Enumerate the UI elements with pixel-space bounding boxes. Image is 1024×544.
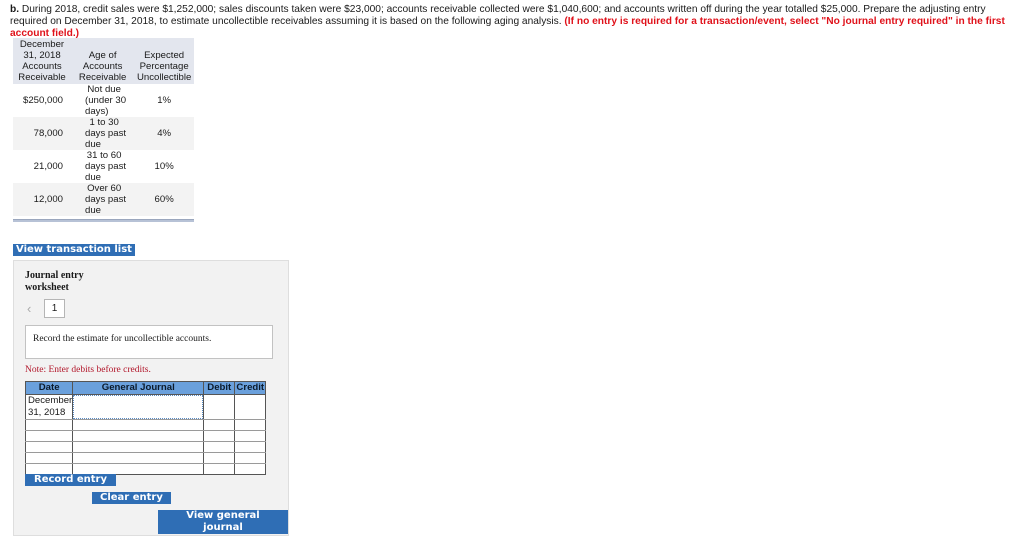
column-header-general-journal: General Journal xyxy=(72,381,205,395)
account-select[interactable] xyxy=(72,441,205,453)
aging-header-age: Age of Accounts Receivable xyxy=(71,38,135,84)
debit-input[interactable] xyxy=(203,441,236,453)
chevron-left-icon[interactable]: ‹ xyxy=(27,301,31,316)
aging-header-amount: December 31, 2018 Accounts Receivable xyxy=(13,38,71,84)
aging-age: Over 60 days past due xyxy=(71,183,135,216)
column-header-debit: Debit xyxy=(203,381,236,395)
worksheet-page-number[interactable]: 1 xyxy=(44,299,65,318)
transaction-description: Record the estimate for uncollectible ac… xyxy=(25,325,273,359)
journal-row xyxy=(24,441,267,453)
debit-input[interactable] xyxy=(203,463,236,475)
aging-pct: 4% xyxy=(134,117,194,150)
aging-amount: 78,000 xyxy=(13,117,71,150)
debit-input[interactable] xyxy=(203,394,236,420)
question-text: b. During 2018, credit sales were $1,252… xyxy=(10,4,1020,40)
date-cell xyxy=(24,463,74,475)
date-cell xyxy=(24,441,74,453)
aging-amount: 12,000 xyxy=(13,183,71,216)
aging-table: December 31, 2018 Accounts Receivable Ag… xyxy=(13,38,194,216)
aging-row: $250,000 Not due (under 30 days) 1% xyxy=(13,84,194,117)
journal-row xyxy=(24,419,267,431)
aging-age: 1 to 30 days past due xyxy=(71,117,135,150)
credit-input[interactable] xyxy=(234,419,267,431)
journal-row xyxy=(24,452,267,464)
aging-pct: 10% xyxy=(154,161,174,172)
debit-input[interactable] xyxy=(203,452,236,464)
worksheet-title: Journal entry worksheet xyxy=(25,270,84,293)
credit-input[interactable] xyxy=(234,441,267,453)
journal-row xyxy=(24,430,267,442)
account-select[interactable] xyxy=(72,452,205,464)
view-general-journal-button[interactable]: View general journal xyxy=(158,510,288,534)
debits-note: Note: Enter debits before credits. xyxy=(25,365,151,375)
aging-age: 31 to 60 days past due xyxy=(85,150,127,183)
aging-header-row: December 31, 2018 Accounts Receivable Ag… xyxy=(13,38,194,84)
date-cell xyxy=(24,452,74,464)
account-select[interactable] xyxy=(72,430,205,442)
credit-input[interactable] xyxy=(234,463,267,475)
column-header-date: Date xyxy=(24,381,74,395)
credit-input[interactable] xyxy=(234,394,267,420)
column-header-credit: Credit xyxy=(234,381,267,395)
question-label: b. xyxy=(10,4,20,15)
aging-row: 12,000 Over 60 days past due 60% xyxy=(13,183,194,216)
credit-input[interactable] xyxy=(234,452,267,464)
journal-row xyxy=(24,463,267,475)
account-select[interactable] xyxy=(72,419,205,431)
record-entry-button[interactable]: Record entry xyxy=(25,474,116,486)
credit-input[interactable] xyxy=(234,430,267,442)
aging-age: Not due (under 30 days) xyxy=(85,84,127,117)
date-cell: December 31, 2018 xyxy=(24,394,74,420)
aging-amount: $250,000 xyxy=(22,95,63,106)
debit-input[interactable] xyxy=(203,419,236,431)
aging-row: 21,000 31 to 60 days past due 10% xyxy=(13,150,194,183)
aging-pct: 60% xyxy=(134,183,194,216)
aging-row: 78,000 1 to 30 days past due 4% xyxy=(13,117,194,150)
journal-entry-worksheet-panel: Journal entry worksheet ‹ 1 Record the e… xyxy=(13,260,289,536)
view-transaction-list-button[interactable]: View transaction list xyxy=(13,244,135,256)
aging-pct: 1% xyxy=(157,95,172,106)
journal-row: December 31, 2018 xyxy=(24,394,267,420)
journal-entry-table: Date General Journal Debit Credit Decemb… xyxy=(24,381,267,475)
debit-input[interactable] xyxy=(203,430,236,442)
clear-entry-button[interactable]: Clear entry xyxy=(92,492,171,504)
date-cell xyxy=(24,419,74,431)
date-cell xyxy=(24,430,74,442)
account-select[interactable] xyxy=(72,463,205,475)
aging-table-divider xyxy=(13,219,194,222)
aging-header-pct: Expected Percentage Uncollectible xyxy=(134,38,194,84)
account-select[interactable] xyxy=(72,394,205,420)
aging-amount: 21,000 xyxy=(33,161,63,172)
